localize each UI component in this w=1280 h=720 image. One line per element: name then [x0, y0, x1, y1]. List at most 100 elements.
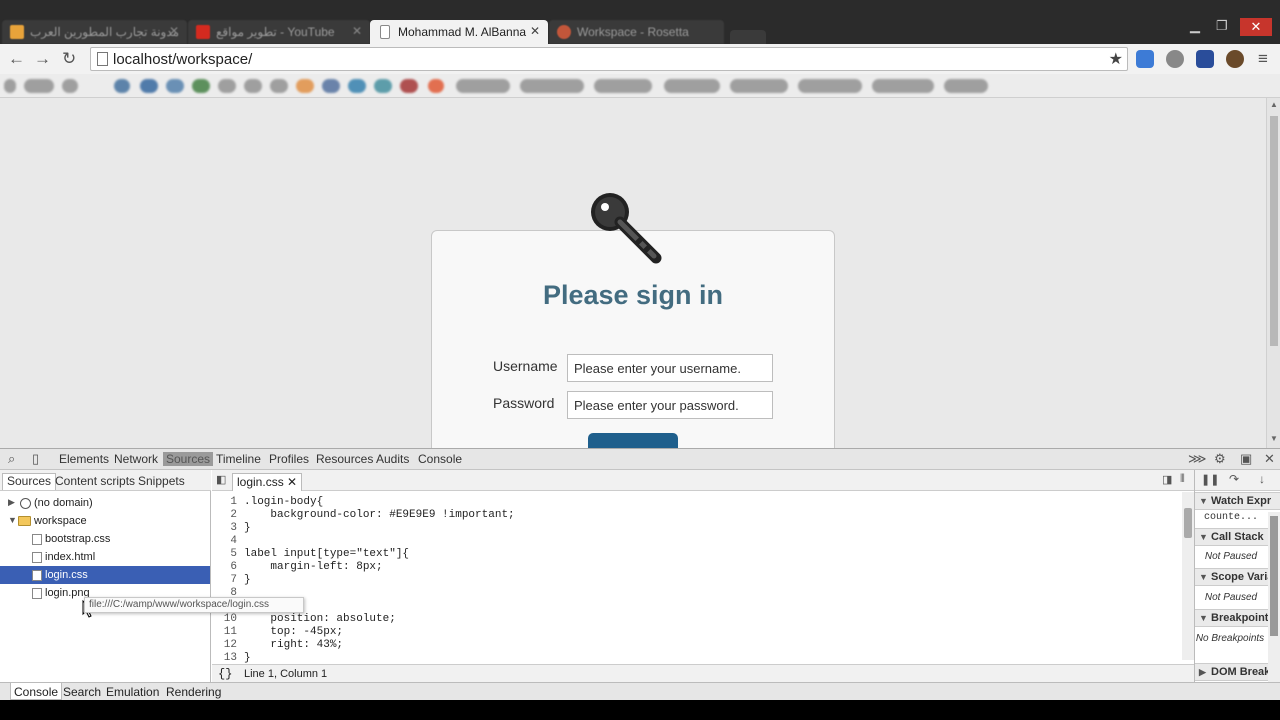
scroll-down-icon[interactable]: ▼: [1270, 434, 1278, 443]
line-number[interactable]: 4: [212, 535, 237, 547]
bookmark-item[interactable]: [296, 79, 314, 93]
code-line[interactable]: .login-body{: [244, 496, 323, 508]
navigator-tab-snippets[interactable]: Snippets: [138, 474, 185, 488]
line-number[interactable]: 7: [212, 574, 237, 586]
sign-in-button[interactable]: [588, 433, 678, 448]
drawer-tab-console[interactable]: Console: [10, 683, 63, 700]
window-close-button[interactable]: ✕: [1240, 18, 1272, 36]
browser-tab[interactable]: مدونة تجارب المطورين العرب ✕: [2, 20, 187, 44]
scrollbar-thumb[interactable]: [1270, 516, 1278, 636]
bookmark-item[interactable]: [322, 79, 340, 93]
tree-item-no-domain[interactable]: ▶ (no domain): [0, 494, 210, 512]
editor-file-tab[interactable]: login.css ✕: [232, 473, 303, 491]
bookmark-item[interactable]: [24, 79, 54, 93]
bookmark-item[interactable]: [428, 79, 444, 93]
password-input[interactable]: [567, 391, 773, 419]
line-number[interactable]: 11: [212, 626, 237, 638]
extension-icon[interactable]: [1226, 50, 1244, 68]
code-line[interactable]: margin-left: 8px;: [244, 561, 382, 573]
line-number[interactable]: 10: [212, 613, 237, 625]
sidebar-scrollbar[interactable]: [1268, 512, 1280, 682]
bookmark-item[interactable]: [62, 79, 78, 93]
bookmark-item[interactable]: [218, 79, 236, 93]
tree-item-workspace[interactable]: ▼ workspace: [0, 512, 210, 530]
bookmark-item[interactable]: [140, 79, 158, 93]
line-number[interactable]: 1: [212, 496, 237, 508]
dock-icon[interactable]: ▣: [1240, 451, 1252, 467]
minimize-icon[interactable]: ▁: [1190, 18, 1200, 34]
bookmark-star-icon[interactable]: ★: [1109, 49, 1123, 69]
watch-expressions-header[interactable]: ▼ Watch Expr: [1195, 492, 1280, 510]
code-line[interactable]: }: [244, 652, 251, 664]
line-number[interactable]: 12: [212, 639, 237, 651]
tab-audits[interactable]: Audits: [376, 452, 409, 466]
scrollbar-thumb[interactable]: [1270, 116, 1278, 346]
tree-item-file-selected[interactable]: login.css: [0, 566, 210, 584]
tab-console[interactable]: Console: [418, 452, 462, 466]
scrollbar-thumb[interactable]: [1184, 508, 1192, 538]
tab-network[interactable]: Network: [114, 452, 158, 466]
bookmark-item[interactable]: [730, 79, 788, 93]
browser-tab[interactable]: تطوير مواقع - YouTube ✕: [188, 20, 370, 44]
bookmark-item[interactable]: [798, 79, 862, 93]
bookmark-item[interactable]: [520, 79, 584, 93]
code-line[interactable]: top: -45px;: [244, 626, 343, 638]
device-mode-icon[interactable]: ▯: [32, 451, 39, 467]
tab-profiles[interactable]: Profiles: [269, 452, 309, 466]
maximize-icon[interactable]: ❐: [1216, 18, 1228, 34]
bookmark-item[interactable]: [872, 79, 934, 93]
bookmark-item[interactable]: [4, 79, 16, 93]
bookmark-item[interactable]: [456, 79, 510, 93]
expand-arrow-icon[interactable]: ▶: [8, 497, 15, 508]
address-bar[interactable]: localhost/workspace/ ★: [90, 47, 1128, 71]
tab-elements[interactable]: Elements: [59, 452, 109, 466]
reload-icon[interactable]: ↻: [62, 50, 76, 68]
line-number[interactable]: 6: [212, 561, 237, 573]
bookmark-item[interactable]: [594, 79, 652, 93]
bookmark-item[interactable]: [192, 79, 210, 93]
step-over-icon[interactable]: ↷: [1229, 472, 1239, 486]
pretty-print-icon[interactable]: {}: [218, 667, 232, 681]
bookmark-item[interactable]: [244, 79, 262, 93]
line-number[interactable]: 3: [212, 522, 237, 534]
translate-extension-icon[interactable]: [1136, 50, 1154, 68]
line-number[interactable]: 2: [212, 509, 237, 521]
bookmark-item[interactable]: [348, 79, 366, 93]
tree-item-file[interactable]: bootstrap.css: [0, 530, 210, 548]
menu-icon[interactable]: ≡: [1258, 50, 1268, 68]
close-devtools-icon[interactable]: ✕: [1264, 451, 1275, 467]
bookmark-item[interactable]: [400, 79, 418, 93]
tab-resources[interactable]: Resources: [316, 452, 373, 466]
bookmark-item[interactable]: [166, 79, 184, 93]
tab-sources[interactable]: Sources: [163, 452, 214, 466]
close-tab-icon[interactable]: ✕: [352, 24, 362, 38]
code-area[interactable]: 1 .login-body{2 background-color: #E9E9E9…: [212, 494, 1182, 664]
shield-extension-icon[interactable]: [1196, 50, 1214, 68]
step-into-icon[interactable]: ↓: [1259, 472, 1265, 486]
pause-icon[interactable]: ❚❚: [1201, 473, 1219, 486]
toggle-debugger-icon[interactable]: ◨: [1162, 473, 1172, 486]
bookmark-item[interactable]: [270, 79, 288, 93]
drawer-tab-rendering[interactable]: Rendering: [166, 685, 221, 699]
collapse-arrow-icon[interactable]: ▼: [8, 515, 17, 525]
tab-timeline[interactable]: Timeline: [216, 452, 261, 466]
toggle-navigator-icon[interactable]: ◧: [216, 473, 226, 486]
bookmark-item[interactable]: [664, 79, 720, 93]
browser-tab-active[interactable]: Mohammad M. AlBanna ✕: [370, 20, 548, 44]
bookmark-item[interactable]: [114, 79, 130, 93]
show-drawer-icon[interactable]: ⋙: [1188, 451, 1207, 467]
page-scrollbar[interactable]: ▲ ▼: [1266, 98, 1280, 448]
browser-tab[interactable]: Workspace - Rosetta: [549, 20, 724, 44]
line-number[interactable]: 5: [212, 548, 237, 560]
code-line[interactable]: position: absolute;: [244, 613, 395, 625]
navigator-tab-sources[interactable]: Sources: [2, 473, 57, 490]
close-file-icon[interactable]: ✕: [287, 475, 297, 489]
new-tab-button[interactable]: [730, 30, 766, 44]
line-number[interactable]: 13: [212, 652, 237, 664]
tree-item-file[interactable]: index.html: [0, 548, 210, 566]
bookmark-item[interactable]: [374, 79, 392, 93]
close-tab-icon[interactable]: ✕: [530, 24, 540, 38]
settings-gear-icon[interactable]: ⚙: [1214, 451, 1226, 467]
inspect-icon[interactable]: ⌕: [8, 451, 15, 467]
drawer-tab-search[interactable]: Search: [63, 685, 101, 699]
